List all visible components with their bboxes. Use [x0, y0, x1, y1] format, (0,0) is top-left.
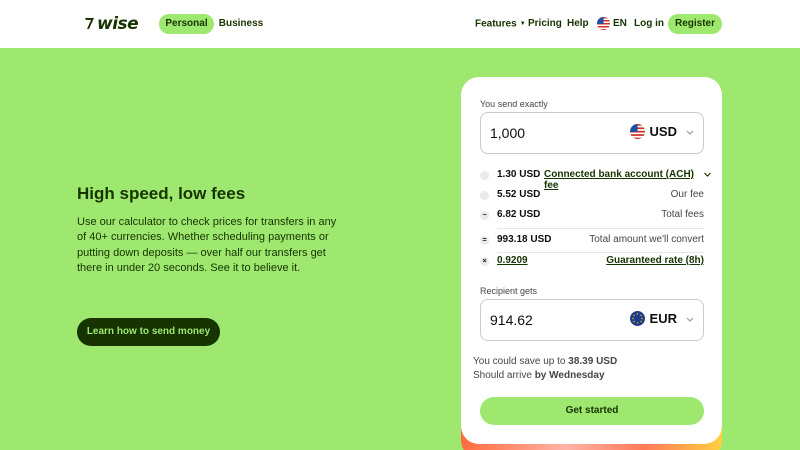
- bullet-icon: •: [480, 191, 489, 200]
- minus-icon: −: [480, 211, 489, 220]
- savings-text: You could save up to 38.39 USD: [473, 356, 617, 367]
- rate-row: × 0.9209 Guaranteed rate (8h): [480, 255, 706, 269]
- arrival-text: Should arrive by Wednesday: [473, 370, 605, 381]
- ach-fee-dropdown[interactable]: Connected bank account (ACH) fee: [544, 169, 706, 191]
- chevron-down-icon: ▼: [519, 21, 526, 27]
- divider: [497, 252, 704, 253]
- us-flag-icon: [629, 124, 645, 139]
- send-currency-code: USD: [649, 124, 677, 139]
- fee-amount: 6.82 USD: [497, 209, 541, 220]
- receive-amount-value[interactable]: 914.62: [490, 312, 533, 328]
- arrival-prefix: Should arrive: [473, 370, 532, 381]
- convert-label: Total amount we'll convert: [589, 234, 704, 245]
- divider: [497, 228, 704, 229]
- fee-label: Total fees: [661, 209, 704, 220]
- fee-row-our-fee: • 5.52 USD Our fee: [480, 189, 706, 203]
- fee-label: Our fee: [670, 189, 704, 200]
- fee-amount: 5.52 USD: [497, 189, 541, 200]
- wise-logo[interactable]: wise: [84, 13, 139, 35]
- send-amount-value[interactable]: 1,000: [490, 125, 525, 141]
- calculator-card: You send exactly 1,000 USD • 1.30 USD Co…: [461, 77, 722, 444]
- fee-row-total: − 6.82 USD Total fees: [480, 209, 706, 223]
- convert-amount: 993.18 USD: [497, 234, 552, 245]
- wise-flag-icon: [85, 18, 94, 29]
- chevron-down-icon[interactable]: [685, 314, 695, 324]
- get-started-button[interactable]: Get started: [480, 397, 704, 425]
- nav-pricing[interactable]: Pricing: [528, 18, 562, 30]
- send-label: You send exactly: [480, 99, 548, 109]
- send-amount-field[interactable]: 1,000 USD: [480, 112, 704, 154]
- logo-text: wise: [97, 14, 139, 34]
- chevron-down-icon[interactable]: [685, 127, 695, 137]
- language-selector[interactable]: EN: [613, 18, 627, 30]
- hero-title: High speed, low fees: [77, 184, 246, 203]
- send-currency-selector[interactable]: USD: [629, 124, 677, 139]
- nav-features[interactable]: Features ▼: [475, 18, 526, 31]
- guaranteed-rate-link[interactable]: Guaranteed rate (8h): [606, 255, 704, 266]
- receive-label: Recipient gets: [480, 286, 538, 296]
- eu-flag-icon: [629, 311, 645, 326]
- receive-amount-field[interactable]: 914.62 EUR: [480, 299, 704, 341]
- convert-row: = 993.18 USD Total amount we'll convert: [480, 234, 706, 248]
- nav-features-label: Features: [475, 18, 517, 30]
- tab-business[interactable]: Business: [218, 14, 264, 34]
- nav-help[interactable]: Help: [567, 18, 589, 30]
- site-header: wise Personal Business Features ▼ Pricing…: [0, 0, 800, 48]
- savings-amount: 38.39 USD: [568, 356, 618, 367]
- fee-amount: 1.30 USD: [497, 169, 541, 180]
- equals-icon: =: [480, 236, 489, 245]
- arrival-value: by Wednesday: [534, 370, 605, 381]
- us-flag-icon: [597, 17, 610, 30]
- chevron-down-icon[interactable]: [703, 170, 712, 179]
- fee-row-ach: • 1.30 USD Connected bank account (ACH) …: [480, 169, 711, 191]
- multiply-icon: ×: [480, 257, 489, 266]
- receive-currency-code: EUR: [649, 311, 677, 326]
- login-link[interactable]: Log in: [634, 18, 664, 30]
- exchange-rate-value[interactable]: 0.9209: [497, 255, 528, 266]
- bullet-icon: •: [480, 171, 489, 180]
- hero-description: Use our calculator to check prices for t…: [77, 216, 337, 275]
- receive-currency-selector[interactable]: EUR: [629, 311, 677, 326]
- learn-how-button[interactable]: Learn how to send money: [77, 318, 220, 346]
- savings-prefix: You could save up to: [473, 356, 566, 367]
- tab-personal[interactable]: Personal: [159, 14, 214, 34]
- register-button[interactable]: Register: [668, 14, 722, 34]
